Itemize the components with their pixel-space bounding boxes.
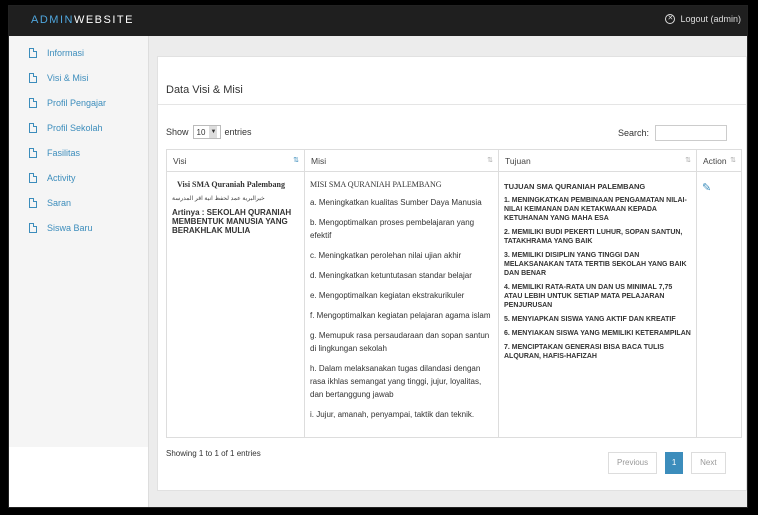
tujuan-item: 5. MENYIAPKAN SISWA YANG AKTIF DAN KREAT… (504, 316, 676, 323)
table-info: Showing 1 to 1 of 1 entries (166, 449, 261, 458)
sidebar-item-visi-misi[interactable]: Visi & Misi (9, 65, 148, 90)
sidebar-footer (9, 447, 149, 507)
sidebar-menu: Informasi Visi & Misi Profil Pengajar Pr… (9, 36, 148, 240)
misi-item: i. Jujur, amanah, penyampai, taktik dan … (310, 410, 475, 419)
document-icon (29, 147, 37, 158)
header-label: Misi (311, 155, 327, 166)
pencil-icon[interactable]: ✎ (702, 182, 711, 194)
chevron-down-icon: ▼ (209, 126, 218, 138)
tujuan-item: 2. MEMILIKI BUDI PEKERTI LUHUR, SOPAN SA… (504, 229, 683, 245)
sidebar-item-label: Profil Pengajar (47, 97, 107, 108)
search-label: Search: (618, 128, 650, 138)
sidebar-item-label: Activity (47, 172, 76, 183)
document-icon (29, 197, 37, 208)
cell-tujuan: TUJUAN SMA QURANIAH PALEMBANG 1. MENINGK… (498, 171, 697, 438)
logout-label: Logout (admin) (680, 14, 741, 24)
circle-x-icon: ✕ (665, 14, 676, 24)
app-window: ADMINWEBSITE ✕ Logout (admin) Informasi … (8, 5, 748, 508)
sort-icon: ⇅ (730, 157, 736, 164)
misi-item: h. Dalam melaksanakan tugas dilandasi de… (310, 364, 482, 399)
visi-translation: Artinya : SEKOLAH QURANIAH MEMBENTUK MAN… (172, 208, 292, 235)
cell-misi: MISI SMA QURANIAH PALEMBANG a. Meningkat… (304, 171, 499, 438)
misi-item: d. Meningkatkan ketuntutasan standar bel… (310, 271, 472, 280)
sidebar-item-label: Fasilitas (47, 147, 81, 158)
sidebar-item-informasi[interactable]: Informasi (9, 40, 148, 65)
table-row: Visi SMA Quraniah Palembang خيرالبرية عم… (166, 171, 742, 438)
header-label: Tujuan (505, 155, 531, 166)
document-icon (29, 72, 37, 83)
logout-link[interactable]: ✕ Logout (admin) (665, 14, 741, 24)
search-input[interactable] (655, 125, 728, 141)
page-title: Data Visi & Misi (166, 84, 243, 96)
page-1-button[interactable]: 1 (665, 452, 684, 474)
column-header-misi[interactable]: Misi ⇅ (304, 149, 499, 172)
sidebar-item-profil-pengajar[interactable]: Profil Pengajar (9, 90, 148, 115)
misi-item: a. Meningkatkan kualitas Sumber Daya Man… (310, 198, 482, 207)
sidebar-item-label: Profil Sekolah (47, 122, 103, 133)
misi-item: g. Memupuk rasa persaudaraan dan sopan s… (310, 331, 490, 353)
document-icon (29, 122, 37, 133)
content-panel: Data Visi & Misi Show 10 ▼ entries Searc… (157, 56, 747, 491)
sort-icon: ⇅ (293, 157, 299, 164)
top-navbar: ADMINWEBSITE ✕ Logout (admin) (9, 6, 747, 36)
header-label: Action (703, 155, 727, 166)
pagination: Previous 1 Next (608, 452, 726, 474)
column-header-visi[interactable]: Visi ⇅ (166, 149, 305, 172)
column-header-action[interactable]: Action ⇅ (696, 149, 742, 172)
sort-icon: ⇅ (487, 157, 493, 164)
sidebar-item-label: Siswa Baru (47, 222, 93, 233)
sidebar-item-label: Visi & Misi (47, 72, 89, 83)
entries-label: entries (224, 127, 252, 137)
tujuan-item: 6. MENYIAKAN SISWA YANG MEMILIKI KETERAM… (504, 330, 691, 337)
sidebar-item-siswa-baru[interactable]: Siswa Baru (9, 215, 148, 240)
next-button[interactable]: Next (691, 452, 726, 474)
panel-header: Data Visi & Misi (158, 57, 746, 105)
tujuan-item: 1. MENINGKATKAN PEMBINAAN PENGAMATAN NIL… (504, 197, 687, 222)
show-label: Show (166, 127, 189, 137)
document-icon (29, 47, 37, 58)
sort-icon: ⇅ (685, 157, 691, 164)
sidebar-item-profil-sekolah[interactable]: Profil Sekolah (9, 115, 148, 140)
sidebar-item-saran[interactable]: Saran (9, 190, 148, 215)
tujuan-item: 4. MEMILIKI RATA-RATA UN DAN US MINIMAL … (504, 284, 673, 309)
cell-action: ✎ (696, 171, 742, 438)
sidebar: Informasi Visi & Misi Profil Pengajar Pr… (9, 36, 149, 447)
tujuan-item: 7. MENCIPTAKAN GENERASI BISA BACA TULIS … (504, 344, 664, 360)
column-header-tujuan[interactable]: Tujuan ⇅ (498, 149, 697, 172)
table-search: Search: (618, 125, 728, 141)
visi-arabic: خيرالبرية عمد لحفظ انية اقر المدرسة (172, 196, 265, 202)
document-icon (29, 172, 37, 183)
misi-item: f. Mengoptimalkan kegiatan pelajaran aga… (310, 311, 491, 320)
tujuan-title: TUJUAN SMA QURANIAH PALEMBANG (504, 182, 646, 191)
misi-item: e. Mengoptimalkan kegiatan ekstrakurikul… (310, 291, 465, 300)
brand-part-website: WEBSITE (73, 14, 134, 26)
header-label: Visi (173, 155, 187, 166)
entries-select[interactable]: 10 ▼ (192, 125, 221, 139)
entries-select-value: 10 (196, 127, 206, 137)
misi-item: c. Meningkatkan perolehan nilai ujian ak… (310, 251, 462, 260)
brand-logo[interactable]: ADMINWEBSITE (31, 14, 134, 26)
sidebar-item-activity[interactable]: Activity (9, 165, 148, 190)
previous-button[interactable]: Previous (608, 452, 658, 474)
misi-title: MISI SMA QURANIAH PALEMBANG (310, 180, 442, 189)
misi-item: b. Mengoptimalkan proses pembelajaran ya… (310, 218, 475, 240)
brand-part-admin: ADMIN (31, 14, 74, 26)
entries-length-control: Show 10 ▼ entries (166, 125, 252, 139)
document-icon (29, 222, 37, 233)
sidebar-item-fasilitas[interactable]: Fasilitas (9, 140, 148, 165)
document-icon (29, 97, 37, 108)
table-header-row: Visi ⇅ Misi ⇅ Tujuan ⇅ Action ⇅ (166, 149, 742, 172)
tujuan-item: 3. MEMILIKI DISIPLIN YANG TINGGI DAN MEL… (504, 252, 687, 277)
cell-visi: Visi SMA Quraniah Palembang خيرالبرية عم… (166, 171, 305, 438)
sidebar-item-label: Informasi (47, 47, 85, 58)
sidebar-item-label: Saran (47, 197, 72, 208)
visi-misi-table: Visi ⇅ Misi ⇅ Tujuan ⇅ Action ⇅ Visi SMA Qur… (166, 149, 742, 438)
visi-title: Visi SMA Quraniah Palembang (177, 180, 285, 189)
